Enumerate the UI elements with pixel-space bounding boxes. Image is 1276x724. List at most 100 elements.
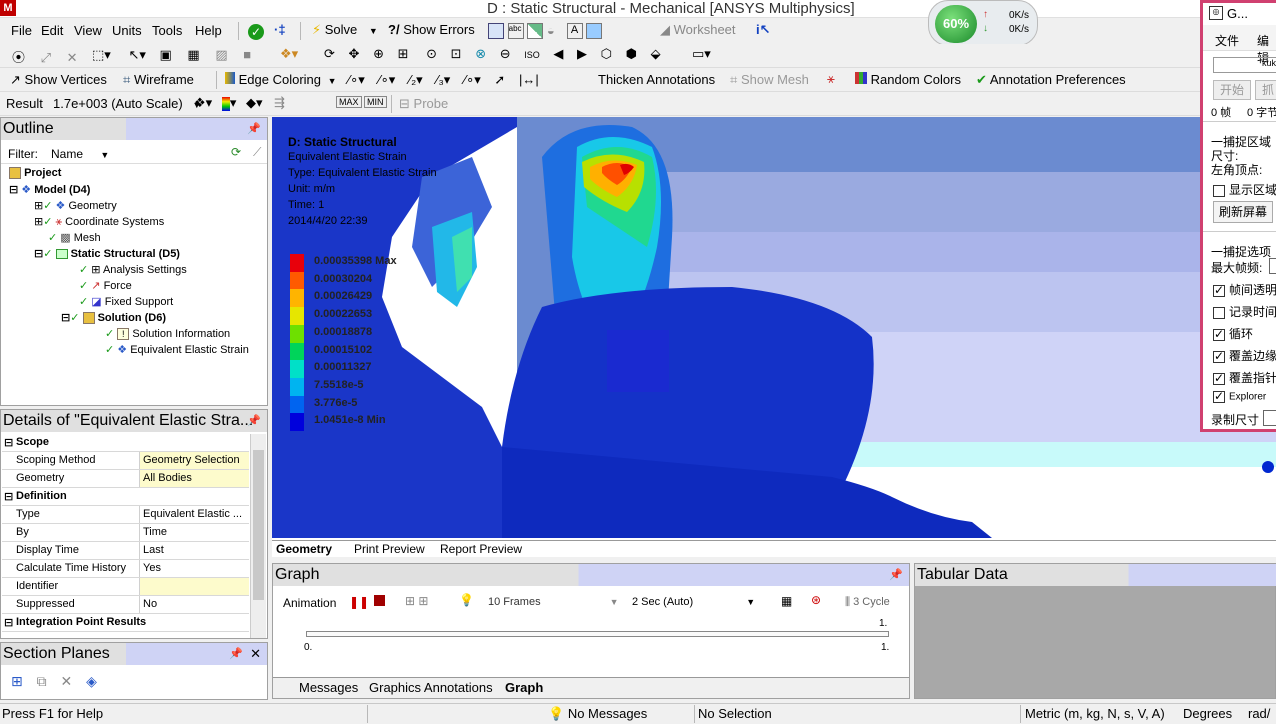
tree-item-coordinate-systems[interactable]: ⊞✓ ⚹ Coordinate Systems xyxy=(34,215,164,229)
result-display-tools[interactable]: ❖▾ ▾ ◆▾ ⇶ xyxy=(194,95,285,111)
menu-file[interactable]: File xyxy=(11,23,32,38)
tree-item-model[interactable]: ⊟ ❖ Model (D4) xyxy=(9,183,90,196)
row-display-time[interactable]: Display Time Last xyxy=(2,542,249,560)
new-plane-icon[interactable]: ⊞ xyxy=(11,673,23,689)
row-type[interactable]: Type Equivalent Elastic ... xyxy=(2,506,249,524)
frames-dropdown[interactable]: 10 Frames ▼ xyxy=(488,596,619,608)
close-icon[interactable]: ✕ xyxy=(250,643,261,665)
capture-menu-file[interactable]: 文件 xyxy=(1215,32,1239,49)
random-colors-button[interactable]: Random Colors xyxy=(855,72,961,87)
status-rad[interactable]: rad/ xyxy=(1248,706,1270,721)
tree-item-solution[interactable]: ⊟✓ Solution (D6) xyxy=(61,311,166,325)
menu-units[interactable]: Units xyxy=(112,23,142,38)
capture-start-button[interactable]: 开始 xyxy=(1213,80,1251,100)
graphics-viewport[interactable]: D: Static Structural Equivalent Elastic … xyxy=(272,117,1276,542)
row-calculate-time-history[interactable]: Calculate Time History Yes xyxy=(2,560,249,578)
show-errors-button[interactable]: ?/ Show Errors xyxy=(388,22,475,37)
tree-item-fixed-support[interactable]: ✓ ◪ Fixed Support xyxy=(79,295,173,308)
section-scope[interactable]: ⊟ Scope xyxy=(2,434,249,452)
worksheet-button[interactable]: ◢ Worksheet xyxy=(660,22,736,38)
status-units[interactable]: Metric (m, kg, N, s, V, A) xyxy=(1025,706,1165,721)
pause-icon[interactable]: ❚❚ xyxy=(349,595,369,609)
pin-icon[interactable]: 📌 xyxy=(229,643,243,665)
capture-max-fps-input[interactable] xyxy=(1269,258,1276,274)
capture-field[interactable]: kuk xyxy=(1213,57,1276,73)
tab-messages[interactable]: Messages xyxy=(299,680,358,695)
probe-button[interactable]: ⊟ Probe xyxy=(399,96,448,112)
duration-dropdown[interactable]: 2 Sec (Auto) ▼ xyxy=(632,596,755,608)
mesh-tool-icons[interactable]: abc ◒ A xyxy=(488,22,603,39)
tree-item-solution-information[interactable]: ✓ ! Solution Information xyxy=(105,327,230,341)
tree-item-mesh[interactable]: ✓ ▩ Mesh xyxy=(48,231,101,244)
pin-icon[interactable]: 📌 xyxy=(247,410,261,432)
tree-item-force[interactable]: ✓ ↗ Force xyxy=(79,279,132,292)
status-messages[interactable]: 💡 No Messages xyxy=(548,706,647,722)
tab-graph[interactable]: Graph xyxy=(505,680,543,695)
scrollbar-thumb[interactable] xyxy=(253,450,264,600)
solve-button[interactable]: ⚡ Solve ▼ xyxy=(312,22,378,38)
check-mark-button[interactable]: ✓ xyxy=(248,23,264,40)
filter-dropdown[interactable]: Name ▼ xyxy=(51,147,109,161)
tree-expand-button[interactable]: ·‡ xyxy=(274,22,286,37)
row-geometry[interactable]: Geometry All Bodies xyxy=(2,470,249,488)
status-degrees[interactable]: Degrees xyxy=(1183,706,1232,721)
edge-coloring-button[interactable]: Edge Coloring ▼ xyxy=(225,72,337,87)
show-mesh-button[interactable]: ⌗ Show Mesh xyxy=(730,72,809,88)
row-identifier[interactable]: Identifier xyxy=(2,578,249,596)
animation-timeline[interactable] xyxy=(306,631,889,637)
capture-option-5[interactable]: 覆盖指针 xyxy=(1213,369,1276,386)
menu-edit[interactable]: Edit xyxy=(41,23,63,38)
show-plane-icon[interactable]: ◈ xyxy=(86,673,97,689)
lightbulb-icon[interactable]: 💡 xyxy=(459,593,474,607)
wireframe-button[interactable]: ⌗ Wireframe xyxy=(123,72,194,88)
section-definition[interactable]: ⊟ Definition xyxy=(2,488,249,506)
edge-style-tools[interactable]: ⁄∘▾ ⁄∘▾ ⁄₂▾ ⁄₃▾ ⁄∘▾ ➚ |↔| xyxy=(348,72,539,88)
annotation-preferences-button[interactable]: ✔ Annotation Preferences xyxy=(976,72,1126,88)
menu-help[interactable]: Help xyxy=(195,23,222,38)
view-navigation-tools[interactable]: ⟳ ✥ ⊕ ⊞ ⊙ ⊡ ⊗ ⊖ ISO ◀ ▶ ⬡ ⬢ ⬙ xyxy=(324,46,661,62)
menu-view[interactable]: View xyxy=(74,23,102,38)
tree-item-analysis-settings[interactable]: ✓ ⊞ Analysis Settings xyxy=(79,263,187,276)
delete-plane-icon[interactable]: ✕ xyxy=(61,673,73,689)
row-scoping-method[interactable]: Scoping Method Geometry Selection xyxy=(2,452,249,470)
section-integration-point-results[interactable]: ⊟ Integration Point Results xyxy=(2,614,249,632)
details-scrollbar[interactable] xyxy=(250,434,266,638)
cycles-button[interactable]: ⫼ 3 Cycle xyxy=(845,596,890,609)
view-cube-button[interactable]: ❖▾ xyxy=(280,46,298,62)
min-button[interactable]: MIN xyxy=(364,96,387,108)
thicken-annotations-button[interactable]: Thicken Annotations xyxy=(598,72,715,87)
tree-item-geometry[interactable]: ⊞✓ ❖ Geometry xyxy=(34,199,117,212)
pin-icon[interactable]: 📌 xyxy=(247,118,261,140)
capture-option-1[interactable]: 帧间透明 xyxy=(1213,281,1276,298)
coordinate-axes-button[interactable]: ⚹ xyxy=(827,71,835,87)
tab-print-preview[interactable]: Print Preview xyxy=(354,542,425,556)
stop-icon[interactable] xyxy=(374,595,385,606)
result-scale-dropdown[interactable]: 1.7e+003 (Auto Scale) ▼ xyxy=(53,96,201,111)
row-suppressed[interactable]: Suppressed No xyxy=(2,596,249,614)
tree-item-project[interactable]: Project xyxy=(9,167,61,180)
refresh-icon[interactable]: ⟳ xyxy=(231,145,241,159)
capture-option-3[interactable]: 循环 xyxy=(1213,325,1253,342)
tab-graphics-annotations[interactable]: Graphics Annotations xyxy=(369,680,493,695)
tree-item-static-structural[interactable]: ⊟✓ Static Structural (D5) xyxy=(34,247,180,260)
capture-show-area-checkbox[interactable]: 显示区域 xyxy=(1213,181,1276,198)
viewport-layout-button[interactable]: ▭▾ xyxy=(692,46,711,62)
capture-record-size-input[interactable] xyxy=(1263,410,1276,426)
capture-option-6[interactable]: Explorer xyxy=(1213,389,1266,403)
max-button[interactable]: MAX xyxy=(336,96,362,108)
frames-icon[interactable]: ⊞ ⊞ xyxy=(405,594,428,608)
capture-refresh-button[interactable]: 刷新屏幕 xyxy=(1213,201,1273,223)
selection-tools[interactable]: ⬚▾ ↖▾ ▣ ▦ ▨ ■ xyxy=(92,47,251,63)
tree-item-equivalent-elastic-strain[interactable]: ✓ ❖ Equivalent Elastic Strain xyxy=(105,343,249,356)
tab-geometry[interactable]: Geometry xyxy=(276,542,332,556)
tab-report-preview[interactable]: Report Preview xyxy=(440,542,522,556)
export-video-icon[interactable]: ▦ xyxy=(781,594,792,608)
brush-icon[interactable]: ⟋ xyxy=(253,145,261,160)
capture-grab-button[interactable]: 抓 xyxy=(1255,80,1276,100)
edit-plane-icon[interactable]: ⧉ xyxy=(37,673,47,689)
show-vertices-button[interactable]: ↗ Show Vertices xyxy=(10,72,107,88)
zoom-graph-icon[interactable]: ⊛ xyxy=(811,593,821,607)
capture-option-4[interactable]: 覆盖边缘 xyxy=(1213,347,1276,364)
pin-icon[interactable]: 📌 xyxy=(889,564,903,586)
select-mode-icons[interactable]: ⦿ ⤢ ✕ xyxy=(12,47,78,66)
